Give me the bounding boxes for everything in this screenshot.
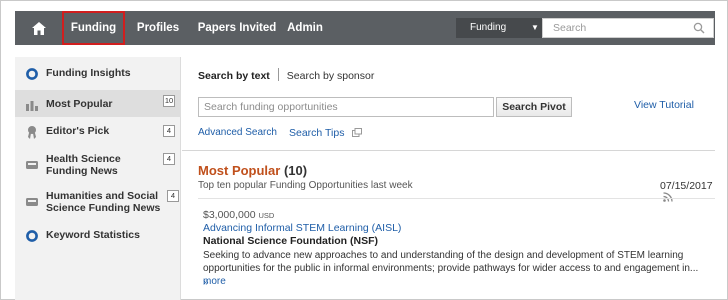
nav-tab-funding[interactable]: Funding (62, 11, 125, 45)
divider (198, 198, 715, 199)
global-search-placeholder: Search (553, 22, 587, 34)
divider (182, 150, 715, 151)
circle-icon (26, 230, 38, 242)
amount-currency: USD (258, 211, 275, 220)
sidebar-item-humanities-news[interactable]: Humanities and Social Science Funding Ne… (15, 190, 181, 220)
amount-value: $3,000,000 (203, 209, 256, 221)
tab-divider (277, 68, 279, 81)
view-tutorial-link[interactable]: View Tutorial (634, 99, 694, 111)
home-button[interactable] (15, 11, 63, 45)
date-text: 07/15/2017 (660, 180, 713, 192)
global-search-input[interactable]: Search (542, 18, 714, 38)
search-tips-label: Search Tips (289, 127, 345, 139)
search-pivot-button[interactable]: Search Pivot (496, 97, 572, 117)
funding-search-input[interactable]: Search funding opportunities (198, 97, 494, 117)
home-icon (32, 21, 46, 35)
sidebar-item-label: Most Popular (46, 98, 113, 110)
top-nav: Funding Profiles Papers Invited Admin Fu… (15, 11, 715, 45)
caret-down-icon[interactable]: ▼ (531, 18, 541, 38)
nav-tab-admin[interactable]: Admin (283, 11, 327, 45)
sidebar-item-label: Health Science Funding News (46, 153, 121, 177)
opportunity-description: Seeking to advance new approaches to and… (203, 249, 711, 288)
sidebar-item-keyword-statistics[interactable]: Keyword Statistics (15, 229, 181, 249)
nav-tab-profiles[interactable]: Profiles (130, 11, 186, 45)
section-count: (10) (283, 163, 308, 178)
news-icon (26, 198, 38, 206)
section-title: Most Popular (10) (198, 163, 307, 178)
count-badge: 4 (163, 153, 175, 165)
sidebar-item-label: Keyword Statistics (46, 229, 140, 241)
description-line: opportunities for the public in informal… (203, 263, 699, 274)
section-title-text: Most Popular (198, 163, 281, 178)
main-content: Search by text Search by sponsor Search f… (182, 57, 715, 300)
funding-amount: $3,000,000 USD (203, 209, 274, 221)
label-line: Health Science (46, 153, 121, 165)
advanced-search-link[interactable]: Advanced Search (198, 127, 277, 138)
ribbon-icon (28, 126, 36, 139)
opportunity-title-link[interactable]: Advancing Informal STEM Learning (AISL) (203, 222, 401, 234)
label-line: Science Funding News (46, 202, 161, 214)
nav-tab-papers-invited[interactable]: Papers Invited (192, 11, 282, 45)
section-subtitle: Top ten popular Funding Opportunities la… (198, 180, 413, 191)
label-line: Funding News (46, 165, 118, 177)
label-line: Humanities and Social (46, 190, 159, 202)
bar-chart-icon (26, 101, 38, 111)
rss-icon[interactable] (663, 192, 673, 202)
raquo-link[interactable]: » (203, 277, 209, 288)
sponsor-name: National Science Foundation (NSF) (203, 235, 379, 247)
description-line: Seeking to advance new approaches to and… (203, 250, 684, 261)
sidebar: Funding Insights Most Popular 10 Editor'… (15, 57, 181, 300)
count-badge: 4 (167, 190, 179, 202)
count-badge: 10 (163, 95, 175, 107)
tab-search-by-text[interactable]: Search by text (198, 70, 270, 82)
news-icon (26, 161, 38, 169)
search-icon[interactable] (693, 22, 705, 34)
sidebar-item-label: Funding Insights (46, 67, 131, 79)
sidebar-item-editors-pick[interactable]: Editor's Pick 4 (15, 125, 181, 145)
sidebar-item-label: Editor's Pick (46, 125, 110, 137)
search-tips-link[interactable]: Search Tips (289, 127, 363, 139)
sidebar-item-funding-insights[interactable]: Funding Insights (15, 67, 181, 87)
count-badge: 4 (163, 125, 175, 137)
sidebar-item-most-popular[interactable]: Most Popular 10 (15, 90, 181, 117)
sidebar-item-label: Humanities and Social Science Funding Ne… (46, 190, 160, 214)
circle-icon (26, 68, 38, 80)
tab-search-by-sponsor[interactable]: Search by sponsor (287, 70, 375, 82)
section-date: 07/15/2017 (660, 180, 715, 204)
search-mode-tabs: Search by text Search by sponsor (198, 68, 374, 82)
app-frame: Funding Profiles Papers Invited Admin Fu… (0, 0, 728, 300)
sidebar-item-health-science-news[interactable]: Health Science Funding News 4 (15, 153, 181, 183)
external-window-icon (352, 128, 363, 137)
